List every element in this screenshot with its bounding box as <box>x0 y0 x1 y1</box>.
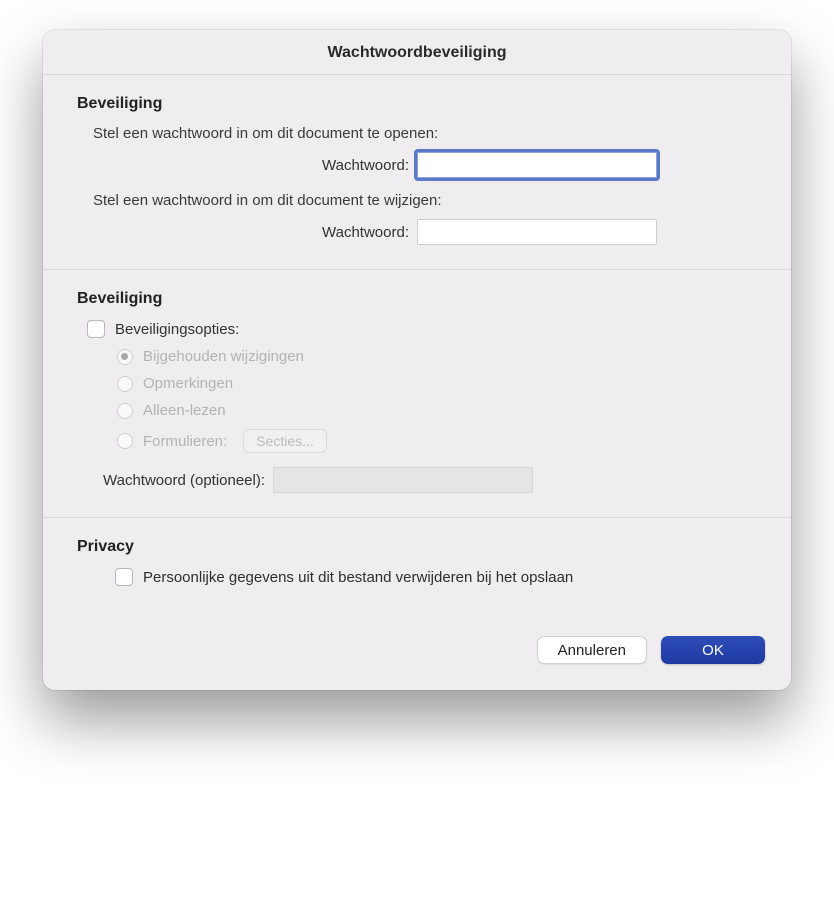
security-options-checkbox[interactable] <box>87 320 105 338</box>
section-heading: Beveiliging <box>77 290 757 308</box>
modify-password-input[interactable] <box>417 219 657 245</box>
privacy-section: Privacy Persoonlijke gegevens uit dit be… <box>43 518 791 614</box>
radio-readonly-row: Alleen-lezen <box>117 402 757 419</box>
dialog-footer: Annuleren OK <box>43 614 791 690</box>
cancel-button[interactable]: Annuleren <box>537 636 647 664</box>
open-password-label: Wachtwoord: <box>93 157 417 174</box>
section-heading: Privacy <box>77 538 757 556</box>
open-password-input[interactable] <box>417 152 657 178</box>
sections-button[interactable]: Secties... <box>243 429 327 453</box>
password-security-dialog: Wachtwoordbeveiliging Beveiliging Stel e… <box>43 30 791 690</box>
radio-forms-row: Formulieren: Secties... <box>117 429 757 453</box>
radio-tracked-changes-row: Bijgehouden wijzigingen <box>117 348 757 365</box>
remove-personal-row: Persoonlijke gegevens uit dit bestand ve… <box>115 568 757 586</box>
section-heading: Beveiliging <box>77 95 757 113</box>
modify-password-label: Wachtwoord: <box>93 224 417 241</box>
radio-comments-label: Opmerkingen <box>143 375 233 392</box>
optional-password-label: Wachtwoord (optioneel): <box>103 472 273 489</box>
radio-tracked-changes-label: Bijgehouden wijzigingen <box>143 348 304 365</box>
optional-password-row: Wachtwoord (optioneel): <box>103 467 757 493</box>
open-password-desc: Stel een wachtwoord in om dit document t… <box>93 125 757 142</box>
security-options-section: Beveiliging Beveiligingsopties: Bijgehou… <box>43 270 791 518</box>
optional-password-input[interactable] <box>273 467 533 493</box>
security-options-checkbox-row: Beveiligingsopties: <box>87 320 757 338</box>
modify-password-row: Wachtwoord: <box>93 219 757 245</box>
dialog-content: Beveiliging Stel een wachtwoord in om di… <box>43 75 791 690</box>
ok-button[interactable]: OK <box>661 636 765 664</box>
remove-personal-checkbox[interactable] <box>115 568 133 586</box>
security-passwords-section: Beveiliging Stel een wachtwoord in om di… <box>43 75 791 270</box>
radio-forms-label: Formulieren: <box>143 433 227 450</box>
dialog-title: Wachtwoordbeveiliging <box>43 30 791 75</box>
radio-tracked-changes[interactable] <box>117 349 133 365</box>
radio-comments-row: Opmerkingen <box>117 375 757 392</box>
radio-forms[interactable] <box>117 433 133 449</box>
radio-comments[interactable] <box>117 376 133 392</box>
security-options-radio-group: Bijgehouden wijzigingen Opmerkingen Alle… <box>117 348 757 453</box>
modify-password-desc: Stel een wachtwoord in om dit document t… <box>93 192 757 209</box>
security-options-label: Beveiligingsopties: <box>115 321 239 338</box>
radio-readonly-label: Alleen-lezen <box>143 402 226 419</box>
remove-personal-label: Persoonlijke gegevens uit dit bestand ve… <box>143 569 573 586</box>
radio-readonly[interactable] <box>117 403 133 419</box>
open-password-row: Wachtwoord: <box>93 152 757 178</box>
